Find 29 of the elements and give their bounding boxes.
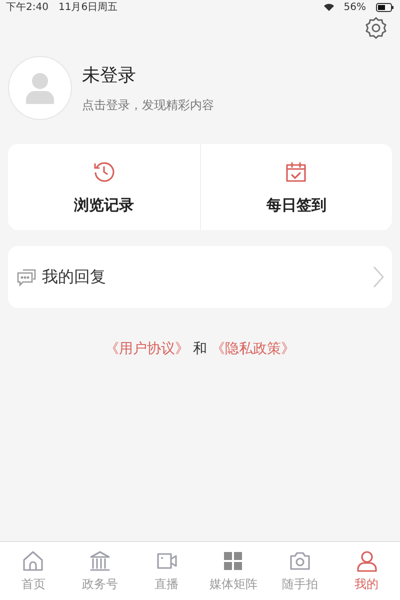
- status-time: 下午2:40: [6, 1, 48, 14]
- tab-bar-item[interactable]: 我的: [333, 542, 400, 600]
- chevron-right-icon: [372, 265, 384, 289]
- home-icon: [21, 549, 46, 573]
- tab-bar-item[interactable]: 首页: [0, 542, 67, 600]
- status-date: 11月6日周五: [58, 1, 118, 14]
- settings-icon[interactable]: [364, 16, 388, 40]
- login-status[interactable]: 未登录: [82, 62, 214, 86]
- tab-bar-item[interactable]: 媒体矩阵: [200, 542, 267, 600]
- bank-icon: [88, 549, 112, 573]
- user-agreement-link[interactable]: 《用户协议》: [105, 340, 189, 358]
- tab-bar-item[interactable]: 直播: [133, 542, 200, 600]
- person-silhouette-icon: [26, 72, 54, 104]
- battery-icon: [376, 2, 394, 12]
- user-icon: [354, 549, 379, 573]
- battery-percent: 56%: [344, 2, 366, 12]
- calendar-check-icon: [284, 160, 308, 184]
- shortcut-item[interactable]: 每日签到: [200, 144, 392, 230]
- conjunction-text: 和: [193, 340, 207, 358]
- privacy-policy-link[interactable]: 《隐私政策》: [211, 340, 295, 358]
- shortcut-item[interactable]: 浏览记录: [8, 144, 200, 230]
- comments-icon: [16, 267, 38, 287]
- wifi-icon: [324, 3, 334, 11]
- history-icon: [92, 160, 116, 184]
- tab-bar-item[interactable]: 随手拍: [266, 542, 334, 600]
- camera-icon: [288, 549, 312, 573]
- tab-bar-item[interactable]: 政务号: [66, 542, 134, 600]
- login-hint: 点击登录，发现精彩内容: [82, 96, 214, 114]
- menu-row[interactable]: 我的回复: [8, 246, 392, 308]
